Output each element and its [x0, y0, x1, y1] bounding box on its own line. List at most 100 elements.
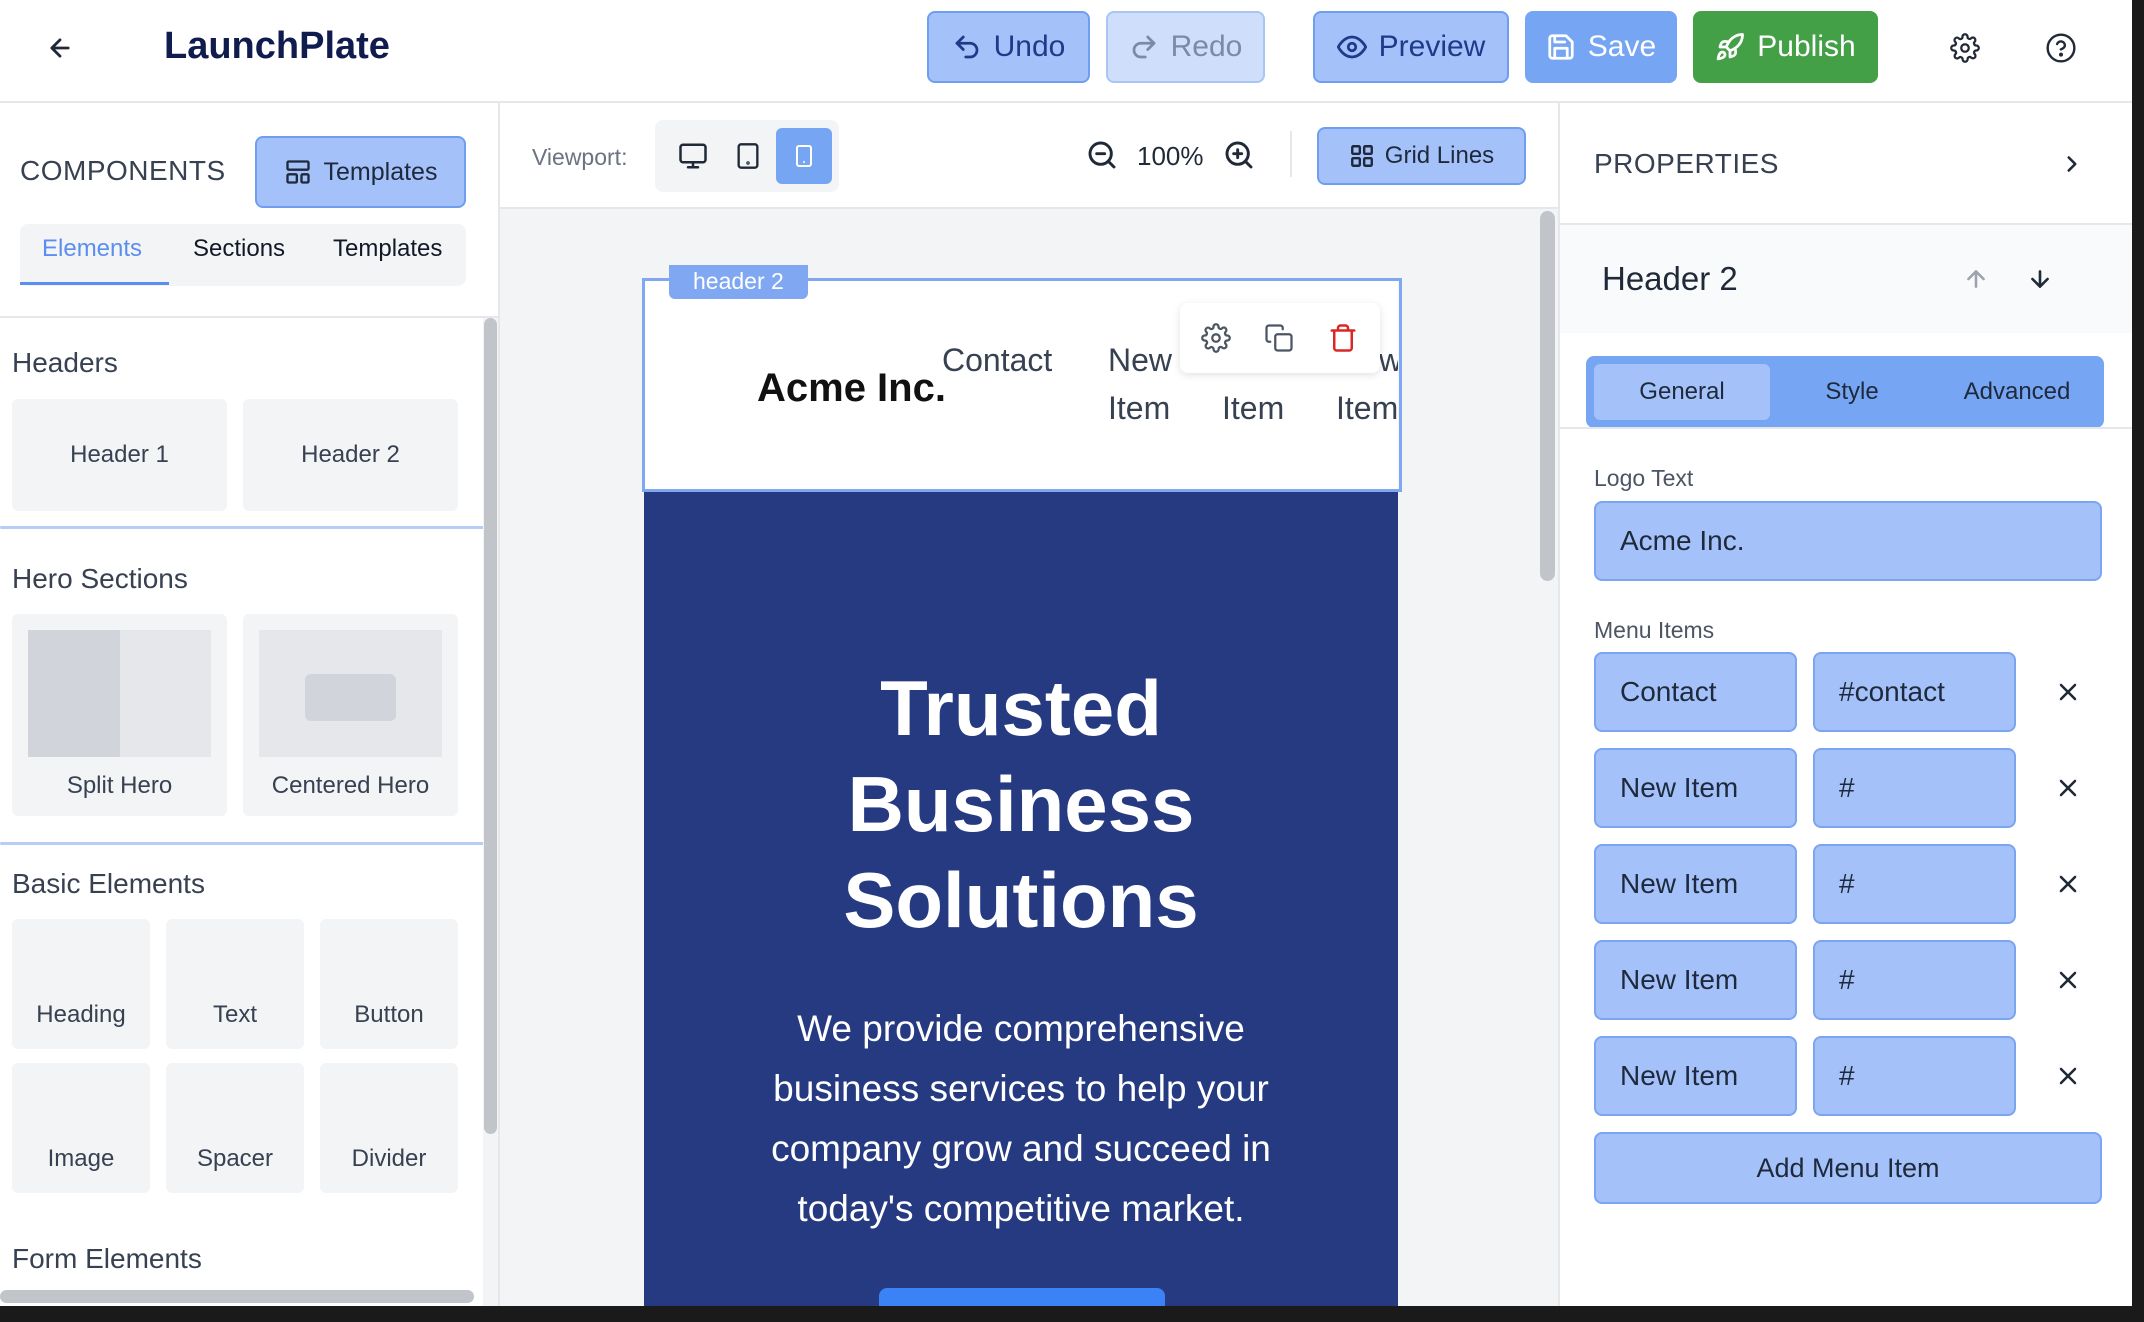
rocket-icon — [1717, 33, 1745, 61]
component-duplicate-button[interactable] — [1258, 317, 1300, 359]
move-down-button[interactable] — [2022, 261, 2058, 297]
properties-title: PROPERTIES — [1594, 148, 1779, 179]
component-card-button[interactable]: Button — [320, 919, 458, 1049]
menu-item-label-input[interactable]: New Item — [1594, 940, 1797, 1020]
collapse-panel-button[interactable] — [2054, 146, 2090, 182]
save-button[interactable]: Save — [1525, 11, 1677, 83]
templates-button-label: Templates — [323, 157, 438, 186]
undo-button[interactable]: Undo — [927, 11, 1090, 83]
card-label: Button — [354, 1001, 424, 1028]
menu-item-label-value: New Item — [1620, 964, 1739, 995]
viewport-desktop-button[interactable] — [665, 128, 721, 184]
move-up-button[interactable] — [1958, 261, 1994, 297]
card-label: Text — [212, 1001, 257, 1028]
close-icon — [2059, 683, 2077, 701]
menu-item-label-input[interactable]: New Item — [1594, 844, 1797, 924]
component-card-heading[interactable]: Heading — [12, 919, 150, 1049]
components-panel: COMPONENTS Templates Elements Sections T… — [0, 103, 500, 1306]
card-label: Split Hero — [66, 772, 173, 799]
redo-button[interactable]: Redo — [1106, 11, 1265, 83]
zoom-level: 100% — [1137, 141, 1204, 171]
group-title-form: Form Elements — [12, 1243, 202, 1274]
canvas-vertical-scrollbar-thumb[interactable] — [1540, 211, 1555, 581]
card-label: Image — [47, 1145, 115, 1172]
left-vertical-scrollbar-thumb[interactable] — [484, 318, 497, 1134]
component-delete-button[interactable] — [1322, 317, 1364, 359]
grid-lines-button[interactable]: Grid Lines — [1317, 127, 1526, 185]
close-icon — [2059, 971, 2077, 989]
menu-item-link-input[interactable]: # — [1813, 1036, 2016, 1116]
remove-menu-item-button[interactable] — [2048, 672, 2088, 712]
logo-text-label: Logo Text — [1594, 465, 1694, 491]
undo-icon — [955, 35, 978, 59]
component-card-divider[interactable]: Divider — [320, 1063, 458, 1193]
tab-general-label: General — [1639, 378, 1725, 405]
preview-label: Preview — [1378, 30, 1486, 63]
desktop-icon — [679, 143, 707, 169]
templates-button[interactable]: Templates — [255, 136, 466, 208]
menu-item-link-input[interactable]: # — [1813, 940, 2016, 1020]
menu-item-link-input[interactable]: # — [1813, 844, 2016, 924]
tab-elements[interactable]: Elements — [42, 235, 142, 263]
zoom-out-button[interactable] — [1084, 137, 1120, 173]
menu-item-link-input[interactable]: # — [1813, 748, 2016, 828]
add-menu-item-button[interactable]: Add Menu Item — [1594, 1132, 2102, 1204]
remove-menu-item-button[interactable] — [2048, 960, 2088, 1000]
component-card-header-2[interactable]: Header 2 — [243, 399, 458, 511]
menu-item-link-input[interactable]: #contact — [1813, 652, 2016, 732]
component-card-text[interactable]: Text — [166, 919, 304, 1049]
app-window: LaunchPlate Undo Redo Preview Save Publi… — [0, 0, 2132, 1306]
menu-item-label-input[interactable]: New Item — [1594, 1036, 1797, 1116]
help-icon[interactable] — [2041, 28, 2081, 68]
group-separator — [0, 526, 484, 529]
menu-item-label-input[interactable]: New Item — [1594, 748, 1797, 828]
component-card-spacer[interactable]: Spacer — [166, 1063, 304, 1193]
logo-text-input[interactable]: Acme Inc. — [1594, 501, 2102, 581]
component-card-split-hero[interactable]: Split Hero — [12, 614, 227, 816]
menu-item-label-value: New Item — [1620, 772, 1739, 803]
publish-label: Publish — [1757, 30, 1856, 63]
canvas-area: Viewport: 100% Grid Lines Acme Inc. Cont… — [500, 103, 1558, 1306]
group-separator — [0, 842, 484, 845]
menu-item-label-value: New Item — [1620, 1060, 1739, 1091]
card-label: Heading — [36, 1001, 126, 1028]
menu-item-label-value: Contact — [1620, 676, 1717, 707]
hero-section[interactable]: Trusted Business Solutions We provide co… — [644, 492, 1398, 1306]
preview-button[interactable]: Preview — [1313, 11, 1509, 83]
mobile-icon — [796, 145, 812, 167]
selected-component-tag: header 2 — [669, 265, 808, 299]
back-arrow-icon[interactable] — [40, 28, 80, 68]
app-title: LaunchPlate — [164, 25, 390, 67]
tab-style[interactable]: Style — [1772, 364, 1932, 420]
remove-menu-item-button[interactable] — [2048, 768, 2088, 808]
components-title: COMPONENTS — [20, 155, 226, 186]
undo-label: Undo — [993, 30, 1066, 63]
component-card-image[interactable]: Image — [12, 1063, 150, 1193]
component-card-centered-hero[interactable]: Centered Hero — [243, 614, 458, 816]
menu-item-label-input[interactable]: Contact — [1594, 652, 1797, 732]
zoom-in-button[interactable] — [1221, 137, 1257, 173]
component-settings-button[interactable] — [1195, 317, 1237, 359]
tab-advanced[interactable]: Advanced — [1932, 364, 2102, 420]
card-label: Header 1 — [70, 441, 169, 468]
tab-sections[interactable]: Sections — [193, 235, 285, 263]
chevron-right-icon — [2067, 156, 2077, 172]
remove-menu-item-button[interactable] — [2048, 1056, 2088, 1096]
component-card-header-1[interactable]: Header 1 — [12, 399, 227, 511]
publish-button[interactable]: Publish — [1693, 11, 1878, 83]
viewport-mobile-button[interactable] — [776, 128, 832, 184]
logo-text-value: Acme Inc. — [1620, 525, 1745, 556]
tab-general[interactable]: General — [1594, 364, 1770, 420]
tab-templates[interactable]: Templates — [333, 235, 442, 263]
arrow-up-icon — [1967, 270, 1985, 288]
group-title-basic: Basic Elements — [12, 868, 205, 899]
layout-template-icon — [285, 160, 310, 184]
hero-body-line-3: company grow and succeed in — [771, 1128, 1271, 1169]
hero-cta-button[interactable] — [879, 1288, 1165, 1306]
remove-menu-item-button[interactable] — [2048, 864, 2088, 904]
viewport-tablet-button[interactable] — [720, 128, 776, 184]
redo-label: Redo — [1170, 30, 1243, 63]
hero-body-line-2: business services to help your — [773, 1068, 1269, 1109]
settings-gear-icon[interactable] — [1945, 28, 1985, 68]
left-horizontal-scrollbar-thumb[interactable] — [0, 1290, 474, 1303]
